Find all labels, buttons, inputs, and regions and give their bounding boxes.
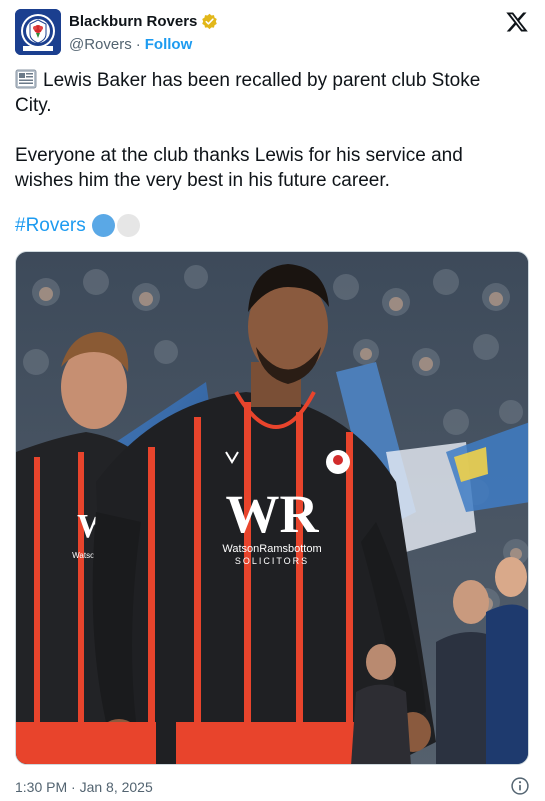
avatar[interactable]	[15, 9, 61, 55]
tweet-paragraph-1-text: Lewis Baker has been recalled by parent …	[15, 70, 481, 116]
x-logo-icon[interactable]	[505, 10, 529, 34]
shirt-sponsor-sub: SOLICITORS	[235, 556, 309, 566]
hashtag-link[interactable]: #Rovers	[15, 215, 86, 237]
tweet-paragraph-1: Lewis Baker has been recalled by parent …	[15, 68, 515, 118]
hashtag-row: #Rovers	[15, 214, 140, 237]
tweet-text: Lewis Baker has been recalled by parent …	[15, 68, 515, 193]
tweet-paragraph-2: Everyone at the club thanks Lewis for hi…	[15, 145, 463, 191]
gold-verified-badge-icon	[202, 13, 218, 30]
name-row: Blackburn Rovers	[69, 13, 218, 30]
handle[interactable]: @Rovers	[69, 36, 132, 53]
blue-circle-icon	[91, 214, 115, 237]
newspaper-icon	[15, 69, 37, 89]
shirt-sponsor-name: WatsonRamsbottom	[222, 543, 321, 555]
tweet-card: Blackburn Rovers @Rovers · Follow Lewis …	[0, 0, 545, 801]
handle-row: @Rovers · Follow	[69, 36, 192, 53]
info-icon[interactable]	[510, 776, 530, 796]
separator: ·	[135, 36, 141, 53]
blackburn-rovers-crest-icon	[15, 9, 61, 55]
display-name[interactable]: Blackburn Rovers	[69, 13, 197, 30]
shirt-sponsor-logo: WR	[226, 484, 320, 544]
white-circle-icon	[116, 214, 140, 237]
players-walking-out-photo: W WatsonRam WR Wats	[16, 252, 528, 764]
timestamp[interactable]: 1:30 PM · Jan 8, 2025	[15, 779, 153, 795]
follow-button[interactable]: Follow	[145, 36, 193, 53]
tweet-media-photo[interactable]: W WatsonRam WR Wats	[15, 251, 529, 765]
